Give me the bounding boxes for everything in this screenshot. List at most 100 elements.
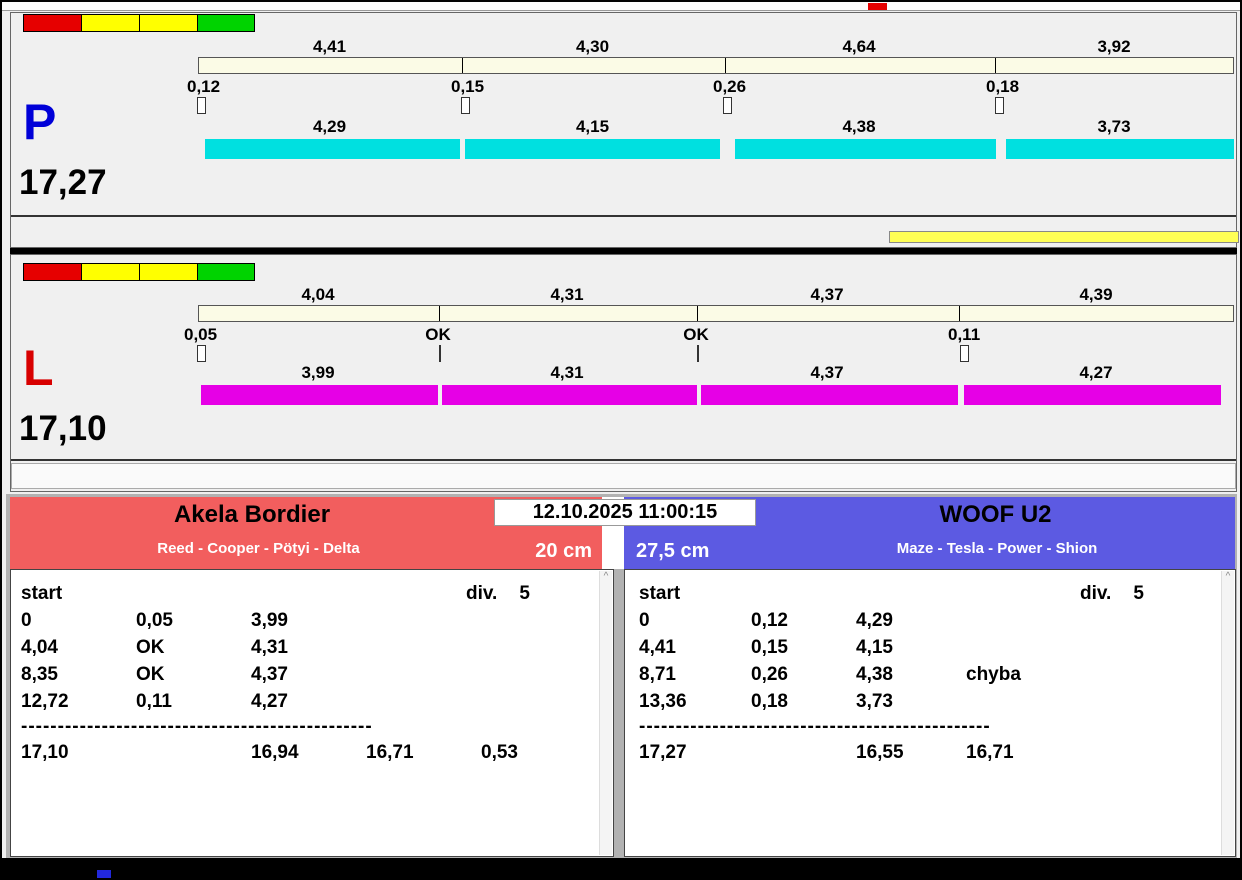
- start-label: start: [21, 582, 63, 604]
- leg-bar-1: [201, 385, 438, 405]
- team-left-height: 20 cm: [535, 540, 592, 562]
- cum-time-2: 4,30: [575, 37, 610, 56]
- totals-row: 17,10 16,94 16,71 0,53: [21, 741, 518, 763]
- leg-time-1: 3,99: [301, 363, 335, 382]
- leg-bar-2: [442, 385, 697, 405]
- scroll-up-icon[interactable]: ^: [600, 571, 612, 583]
- division: div. 5: [1080, 580, 1144, 607]
- lane-l-panel: 4,04 4,31 4,37 4,39 0,05 OK OK 0,11 L 3,…: [10, 254, 1237, 492]
- leg-time-4: 3,73: [1097, 117, 1131, 136]
- team-right-dogs: Maze - Tesla - Power - Shion: [896, 540, 1098, 557]
- traffic-yellow-segment-2: [139, 263, 197, 281]
- leg-bar-3: [701, 385, 958, 405]
- start-marker: [723, 97, 732, 114]
- app-window: 4,41 4,30 4,64 3,92 0,12 0,15 0,26 0,18 …: [0, 0, 1242, 880]
- traffic-yellow-segment: [81, 14, 139, 32]
- leg-time-3: 4,38: [842, 117, 876, 136]
- division-label: div.: [466, 582, 498, 604]
- team-left-results: start div. 5 0 0,05 3,99 4,04 OK 4,31 8,35 OK…: [10, 569, 614, 857]
- leg-time-2: 4,31: [550, 363, 584, 382]
- track-divider: [462, 58, 463, 73]
- start-loss-4: 0,18: [986, 77, 1020, 96]
- scrollbar[interactable]: ^: [1221, 571, 1234, 855]
- track-divider: [725, 58, 726, 73]
- totals-row: 17,27 16,55 16,71: [639, 741, 1014, 763]
- traffic-red-segment: [23, 14, 81, 32]
- separator-line: [11, 215, 1236, 217]
- traffic-yellow-segment: [81, 263, 139, 281]
- result-row: 8,71 0,26 4,38 chyba: [639, 663, 1021, 685]
- start-marker: [461, 97, 470, 114]
- start-loss-3: 0,26: [713, 77, 747, 96]
- empty-status-strip: [11, 463, 1236, 489]
- result-row: 0 0,05 3,99: [21, 609, 288, 631]
- start-loss-2: 0,15: [451, 77, 485, 96]
- track-divider: [439, 306, 440, 321]
- traffic-lights: [23, 14, 255, 32]
- result-row: 4,04 OK 4,31: [21, 636, 288, 658]
- traffic-red-segment: [23, 263, 81, 281]
- leg-time-3: 4,37: [810, 363, 844, 382]
- start-loss-1: 0,05: [184, 325, 218, 344]
- top-clipped-menubar: [2, 2, 1240, 11]
- team-right-results: start div. 5 0 0,12 4,29 4,41 0,15 4,15 8,71…: [624, 569, 1236, 857]
- results-header-row: start div. 5: [11, 580, 613, 607]
- scoreboard: Akela Bordier Reed - Cooper - Pötyi - De…: [6, 494, 1237, 858]
- leg-time-4: 4,27: [1079, 363, 1113, 382]
- start-marker: [960, 345, 969, 362]
- cum-time-1: 4,04: [301, 285, 335, 304]
- division-value: 5: [1133, 582, 1144, 604]
- traffic-yellow-segment-2: [139, 14, 197, 32]
- separator-line: [11, 459, 1236, 461]
- results-header-row: start div. 5: [625, 580, 1235, 607]
- bottom-bar-indicator: [97, 870, 111, 878]
- result-row: 4,41 0,15 4,15: [639, 636, 893, 658]
- track-divider: [959, 306, 960, 321]
- result-row: 12,72 0,11 4,27: [21, 690, 288, 712]
- division-label: div.: [1080, 582, 1112, 604]
- start-marker: [197, 345, 206, 362]
- track-divider: [697, 306, 698, 321]
- start-marker-ok: [697, 345, 699, 362]
- team-left-name: Akela Bordier: [173, 501, 331, 528]
- leg-time-2: 4,15: [575, 117, 610, 136]
- cum-time-track: [198, 305, 1234, 322]
- start-marker: [197, 97, 206, 114]
- start-loss-2: OK: [425, 325, 451, 344]
- start-label: start: [639, 582, 681, 604]
- top-red-indicator: [868, 3, 887, 10]
- leg-bar-1: [205, 139, 460, 159]
- leg-bar-2: [465, 139, 720, 159]
- team-right-name: WOOF U2: [939, 501, 1052, 528]
- start-loss-3: OK: [683, 325, 709, 344]
- start-marker-ok: [439, 345, 441, 362]
- leg-time-1: 4,29: [312, 117, 347, 136]
- cum-time-3: 4,64: [842, 37, 876, 56]
- traffic-green-segment: [197, 263, 255, 281]
- scroll-up-icon[interactable]: ^: [1222, 571, 1234, 583]
- track-divider: [995, 58, 996, 73]
- start-loss-1: 0,12: [187, 77, 221, 96]
- leg-bar-3: [735, 139, 996, 159]
- separator-dashes: ----------------------------------------…: [639, 716, 991, 737]
- lane-p-letter: P: [23, 94, 57, 150]
- lane-l-letter: L: [23, 340, 54, 396]
- team-right-height: 27,5 cm: [636, 540, 710, 562]
- start-loss-4: 0,11: [948, 325, 981, 344]
- result-row: 13,36 0,18 3,73: [639, 690, 893, 712]
- traffic-green-segment: [197, 14, 255, 32]
- traffic-lights: [23, 263, 255, 281]
- team-left-dogs: Reed - Cooper - Pötyi - Delta: [157, 540, 360, 557]
- result-row: 8,35 OK 4,37: [21, 663, 288, 685]
- yellow-progress-bar: [889, 231, 1239, 243]
- lane-p-panel: 4,41 4,30 4,64 3,92 0,12 0,15 0,26 0,18 …: [10, 12, 1239, 248]
- cum-time-3: 4,37: [810, 285, 844, 304]
- timestamp: 12.10.2025 11:00:15: [494, 499, 756, 526]
- separator-dashes: ----------------------------------------…: [21, 716, 373, 737]
- cum-time-1: 4,41: [312, 37, 347, 56]
- leg-bar-4: [1006, 139, 1234, 159]
- scrollbar[interactable]: ^: [599, 571, 612, 855]
- start-marker: [995, 97, 1004, 114]
- cum-time-4: 3,92: [1097, 37, 1131, 56]
- lane-p-total-time: 17,27: [19, 163, 107, 202]
